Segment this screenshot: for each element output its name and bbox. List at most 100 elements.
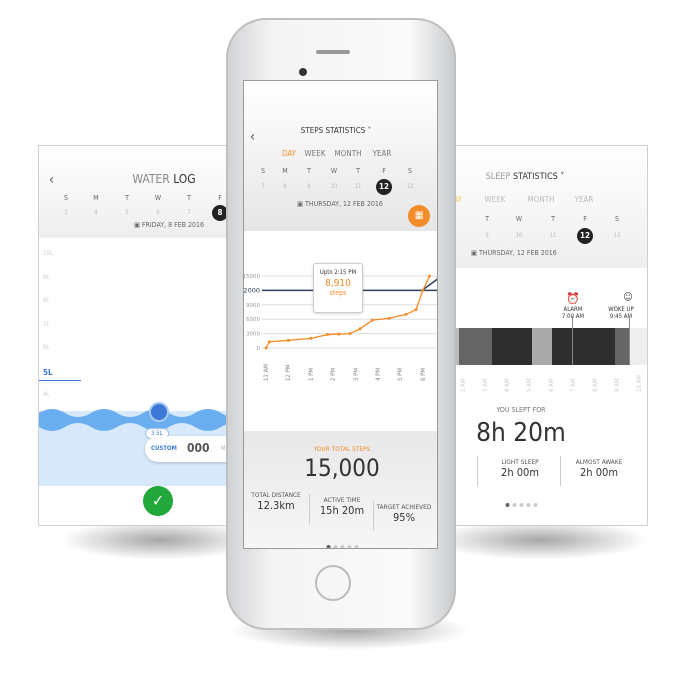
y-tick-label: 15000 — [244, 274, 260, 280]
page-dot[interactable] — [519, 503, 523, 507]
date-number[interactable]: 11 — [355, 183, 362, 190]
stat-value: 12.3km — [257, 499, 295, 512]
hour-label: 9 AM — [614, 378, 621, 393]
steps-point — [428, 274, 432, 278]
steps-point — [421, 288, 425, 292]
day-letter: F — [218, 194, 222, 202]
hour-label: 2 AM — [460, 378, 467, 393]
chart-toggle-button[interactable]: ▦ — [408, 205, 430, 227]
page-dot[interactable] — [333, 545, 337, 548]
steps-point — [286, 338, 290, 342]
date-label: ▣ FRIDAY, 8 FEB 2016 — [134, 221, 204, 229]
level-label: 10L — [43, 250, 53, 257]
steps-point — [267, 340, 271, 344]
x-tick-label: 5 PM — [397, 367, 405, 381]
date-number[interactable]: 11 — [550, 232, 557, 239]
back-icon[interactable]: ‹ — [49, 172, 54, 188]
page-dots[interactable] — [325, 534, 360, 548]
date-number[interactable]: 10 — [331, 183, 338, 190]
sleep-segment — [552, 328, 615, 365]
date-number[interactable]: 6 — [156, 209, 159, 216]
page-dots[interactable] — [504, 492, 539, 511]
custom-value[interactable]: 000 — [187, 441, 210, 455]
title-light: SLEEP — [485, 172, 511, 182]
date-text: FRIDAY, 8 FEB 2016 — [141, 221, 205, 229]
x-tick-label: 12 PM — [285, 364, 293, 382]
day-letter: M — [282, 167, 288, 175]
tooltip-title: Upto 2:15 PM — [319, 269, 357, 276]
tab-month[interactable]: MONTH — [527, 195, 554, 204]
date-number[interactable]: 8 — [283, 183, 286, 190]
steps-point — [309, 336, 313, 340]
day-letter: S — [64, 194, 68, 202]
y-tick-label: 12000 — [244, 286, 260, 294]
tab-day[interactable]: DAY — [282, 149, 296, 158]
chart-tooltip: Upto 2:15 PM 8,910 steps — [313, 263, 363, 313]
title-text: STEPS STATISTICS — [300, 126, 366, 135]
home-button[interactable] — [315, 565, 351, 601]
date-number[interactable]: 7 — [261, 183, 264, 190]
steps-point — [370, 318, 374, 322]
level-label: 5L — [43, 367, 53, 377]
sleep-segment — [532, 328, 552, 365]
page-dot[interactable] — [505, 503, 509, 507]
stat-item: TOTAL DISTANCE 12.3km — [251, 491, 301, 512]
back-icon[interactable]: ‹ — [250, 129, 255, 145]
date-number[interactable]: 10 — [516, 232, 523, 239]
tab-week[interactable]: WEEK — [305, 149, 326, 158]
steps-title[interactable]: STEPS STATISTICS ˅ — [301, 126, 371, 135]
selected-date[interactable]: 12 — [376, 179, 392, 195]
stat-label: ALMOST AWAKE — [575, 458, 623, 466]
steps-point — [264, 346, 268, 350]
page-dot[interactable] — [340, 545, 344, 548]
divider — [559, 456, 561, 486]
date-number[interactable]: 13 — [407, 183, 414, 190]
day-letter: T — [307, 167, 311, 175]
level-label: 4L — [43, 391, 50, 398]
page-dot[interactable] — [354, 545, 358, 548]
sleep-segment — [615, 328, 629, 365]
water-level-handle[interactable] — [149, 402, 169, 422]
date-number[interactable]: 3 — [64, 209, 67, 216]
stat-label: TOTAL DISTANCE — [251, 491, 301, 499]
steps-point — [387, 316, 391, 320]
stat-value: 2h 00m — [580, 466, 618, 479]
x-tick-label: 4 PM — [375, 367, 382, 381]
tab-week[interactable]: WEEK — [485, 195, 506, 204]
page-dot[interactable] — [347, 545, 351, 548]
day-letter: W — [154, 194, 162, 202]
date-number[interactable]: 13 — [614, 232, 621, 239]
date-number[interactable]: 4 — [94, 209, 97, 216]
slept-value: 8h 20m — [476, 418, 566, 448]
confirm-button[interactable]: ✓ — [143, 486, 173, 516]
level-line — [39, 380, 81, 381]
stat-label: LIGHT SLEEP — [501, 458, 539, 466]
day-letter: T — [356, 167, 360, 175]
tab-month[interactable]: MONTH — [334, 149, 361, 158]
tab-year[interactable]: YEAR — [575, 195, 594, 204]
tab-year[interactable]: YEAR — [373, 149, 392, 158]
page-dot[interactable] — [533, 503, 537, 507]
day-letter: F — [583, 215, 587, 223]
page-dot[interactable] — [526, 503, 530, 507]
level-label: 6L — [43, 344, 50, 351]
page-dot[interactable] — [326, 545, 330, 548]
hour-label: 10 AM — [636, 375, 643, 392]
level-label: 8L — [43, 297, 50, 304]
sleep-title[interactable]: SLEEP STATISTICS ˅ — [486, 172, 565, 182]
date-number[interactable]: 5 — [125, 209, 128, 216]
page-dot[interactable] — [512, 503, 516, 507]
date-number[interactable]: 7 — [187, 209, 190, 216]
alarm-label: ALARM — [563, 306, 583, 313]
date-number[interactable]: 9 — [485, 232, 488, 239]
total-label: YOUR TOTAL STEPS — [313, 445, 371, 453]
chevron-down-icon: ˅ — [560, 172, 565, 182]
y-tick-label: 0 — [257, 346, 261, 352]
front-camera — [299, 68, 307, 76]
x-tick-label: 2 PM — [330, 367, 338, 381]
date-number[interactable]: 9 — [307, 183, 310, 190]
steps-point — [358, 327, 362, 331]
hour-label: 5 AM — [526, 378, 533, 393]
hour-label: 6 AM — [548, 378, 555, 393]
selected-date[interactable]: 12 — [577, 228, 593, 244]
